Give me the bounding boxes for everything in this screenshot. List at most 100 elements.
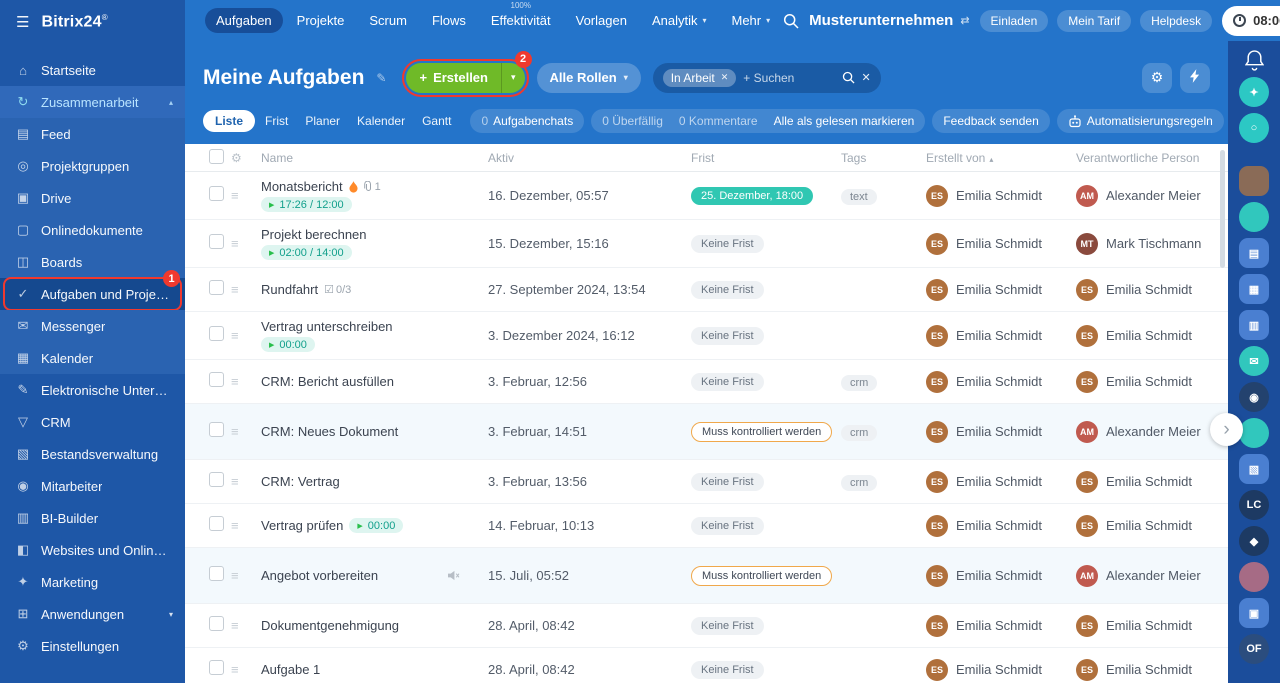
notifications-bell-icon[interactable] (1244, 50, 1264, 71)
task-name[interactable]: Vertrag unterschreiben (261, 319, 393, 334)
task-deadline-badge[interactable]: Muss kontrolliert werden (691, 565, 833, 586)
company-name[interactable]: Musterunternehmen ⇄ (809, 12, 969, 29)
expand-chat-panel-button[interactable]: › (1210, 413, 1243, 446)
task-row[interactable]: ≡ Rundfahrt ☑ 0/3 27. September 2024, 13:… (185, 268, 1228, 312)
row-checkbox[interactable] (209, 185, 224, 201)
task-name[interactable]: CRM: Neues Dokument (261, 424, 398, 439)
chat-avatar[interactable]: ▧ (1239, 454, 1269, 484)
edit-title-icon[interactable]: ✎ (376, 71, 386, 85)
task-creator[interactable]: ES Emilia Schmidt (926, 658, 1076, 681)
mein-tarif-button[interactable]: Mein Tarif (1057, 9, 1132, 32)
top-tab-aufgaben[interactable]: Aufgaben (205, 8, 283, 33)
sidebar-item-feed[interactable]: ▤ Feed (0, 118, 185, 150)
row-checkbox[interactable] (209, 421, 224, 437)
quick-actions-button[interactable] (1180, 62, 1210, 93)
sidebar-item-boards[interactable]: ◫ Boards (0, 246, 185, 278)
task-creator[interactable]: ES Emilia Schmidt (926, 514, 1076, 537)
sidebar-item-bestandsverwaltung[interactable]: ▧ Bestandsverwaltung (0, 438, 185, 470)
checklist-progress[interactable]: ☑ 0/3 (324, 283, 351, 297)
sidebar-item-kalender[interactable]: ▦ Kalender (0, 342, 185, 374)
task-assignee[interactable]: ES Emilia Schmidt (1076, 658, 1228, 681)
top-tab-vorlagen[interactable]: Vorlagen (565, 8, 638, 33)
chat-avatar[interactable]: ▦ (1239, 274, 1269, 304)
task-creator[interactable]: ES Emilia Schmidt (926, 324, 1076, 347)
task-name[interactable]: Rundfahrt (261, 282, 318, 297)
task-creator[interactable]: ES Emilia Schmidt (926, 470, 1076, 493)
task-tag[interactable]: text (841, 188, 877, 205)
task-row[interactable]: ≡ Angebot vorbereiten 15. Juli, 05:52 Mu… (185, 548, 1228, 604)
remove-filter-icon[interactable]: ✕ (721, 72, 729, 83)
task-assignee[interactable]: ES Emilia Schmidt (1076, 470, 1228, 493)
einladen-button[interactable]: Einladen (979, 9, 1049, 32)
task-row[interactable]: ≡ Projekt berechnen ▶ 02:00 / 14:00 15. D… (185, 220, 1228, 268)
row-checkbox[interactable] (209, 233, 224, 249)
task-assignee[interactable]: ES Emilia Schmidt (1076, 324, 1228, 347)
attachment-count[interactable]: 1 (363, 181, 381, 193)
mark-all-read-button[interactable]: Alle als gelesen markieren (774, 114, 915, 128)
chat-avatar[interactable] (1239, 202, 1269, 232)
task-row[interactable]: ≡ CRM: Bericht ausfüllen 3. Februar, 12:… (185, 360, 1228, 404)
chat-avatar-initials[interactable]: LC (1239, 490, 1269, 520)
sidebar-item-websites-und-onlines[interactable]: ◧ Websites und Onlines... (0, 534, 185, 566)
task-tag[interactable]: crm (841, 424, 878, 441)
row-checkbox[interactable] (209, 279, 224, 295)
task-timer[interactable]: ▶ 17:26 / 12:00 (261, 197, 352, 212)
top-tab-flows[interactable]: Flows (421, 8, 477, 33)
drag-handle-icon[interactable]: ≡ (231, 474, 261, 489)
task-name[interactable]: Angebot vorbereiten (261, 568, 378, 583)
chat-avatar-user[interactable] (1239, 166, 1269, 196)
create-task-button[interactable]: + Erstellen ▾ (406, 62, 525, 93)
sidebar-item-anwendungen[interactable]: ⊞ Anwendungen ▾ (0, 598, 185, 630)
sidebar-item-crm[interactable]: ▽ CRM (0, 406, 185, 438)
task-creator[interactable]: ES Emilia Schmidt (926, 614, 1076, 637)
drag-handle-icon[interactable]: ≡ (231, 662, 261, 677)
sidebar-item-startseite[interactable]: ⌂ Startseite (0, 54, 185, 86)
view-tab-planer[interactable]: Planer (298, 110, 347, 132)
task-assignee[interactable]: ES Emilia Schmidt (1076, 278, 1228, 301)
task-deadline-badge[interactable]: Keine Frist (691, 661, 764, 679)
row-checkbox[interactable] (209, 615, 224, 631)
helpdesk-button[interactable]: Helpdesk (1140, 9, 1213, 32)
row-checkbox[interactable] (209, 659, 224, 675)
task-row[interactable]: ≡ CRM: Vertrag 3. Februar, 13:56 Keine F… (185, 460, 1228, 504)
drag-handle-icon[interactable]: ≡ (231, 568, 261, 583)
task-creator[interactable]: ES Emilia Schmidt (926, 370, 1076, 393)
column-header-name[interactable]: Name (261, 151, 488, 165)
task-row[interactable]: ≡ Dokumentgenehmigung 28. April, 08:42 K… (185, 604, 1228, 648)
view-tab-kalender[interactable]: Kalender (350, 110, 412, 132)
feedback-button[interactable]: Feedback senden (932, 109, 1050, 133)
row-checkbox[interactable] (209, 515, 224, 531)
chat-search-icon[interactable]: ○ (1239, 113, 1269, 143)
task-timer[interactable]: ▶ 02:00 / 14:00 (261, 245, 352, 260)
drag-handle-icon[interactable]: ≡ (231, 236, 261, 251)
create-dropdown-chevron-icon[interactable]: ▾ (502, 72, 525, 83)
chat-avatar-user[interactable] (1239, 562, 1269, 592)
chat-avatar[interactable]: ▣ (1239, 598, 1269, 628)
row-checkbox[interactable] (209, 471, 224, 487)
sidebar-item-einstellungen[interactable]: ⚙ Einstellungen (0, 630, 185, 662)
task-row[interactable]: ≡ Monatsbericht 1 ▶ 17:26 / 12:00 16. Dez… (185, 172, 1228, 220)
top-tab-scrum[interactable]: Scrum (358, 8, 418, 33)
copilot-icon[interactable]: ✦ (1239, 77, 1269, 107)
task-creator[interactable]: ES Emilia Schmidt (926, 278, 1076, 301)
task-creator[interactable]: ES Emilia Schmidt (926, 564, 1076, 587)
task-name[interactable]: CRM: Bericht ausfüllen (261, 374, 394, 389)
drag-handle-icon[interactable]: ≡ (231, 518, 261, 533)
sidebar-item-projektgruppen[interactable]: ◎ Projektgruppen (0, 150, 185, 182)
column-header-tags[interactable]: Tags (841, 151, 926, 165)
search-icon[interactable] (842, 71, 855, 84)
row-checkbox[interactable] (209, 325, 224, 341)
chat-avatar-initials[interactable]: OF (1239, 634, 1269, 664)
row-checkbox[interactable] (209, 565, 224, 581)
task-deadline-badge[interactable]: Muss kontrolliert werden (691, 421, 833, 442)
task-row[interactable]: ≡ Vertrag prüfen ▶ 00:00 14. Februar, 10:… (185, 504, 1228, 548)
task-deadline-badge[interactable]: 25. Dezember, 18:00 (691, 187, 814, 205)
task-row[interactable]: ≡ Vertrag unterschreiben ▶ 00:00 3. Dezem… (185, 312, 1228, 360)
drag-handle-icon[interactable]: ≡ (231, 424, 261, 439)
task-timer[interactable]: ▶ 00:00 (261, 337, 315, 352)
sidebar-item-drive[interactable]: ▣ Drive (0, 182, 185, 214)
top-tab-projekte[interactable]: Projekte (286, 8, 356, 33)
counter-ueberfaellig[interactable]: 0 Überfällig (602, 114, 663, 128)
task-name[interactable]: CRM: Vertrag (261, 474, 340, 489)
select-all-checkbox[interactable] (209, 148, 224, 164)
